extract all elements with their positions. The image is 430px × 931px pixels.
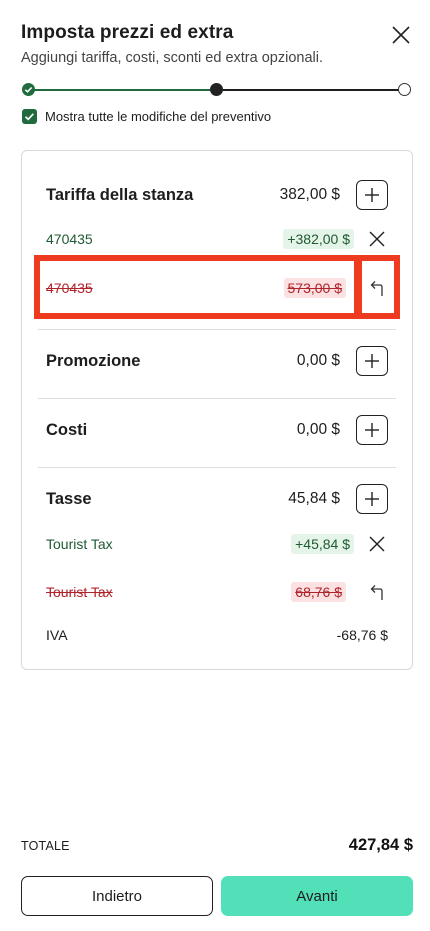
costs-amount: 0,00 $ <box>296 421 340 438</box>
close-icon <box>392 26 410 44</box>
room-rate-added-label: 470435 <box>46 231 93 247</box>
tax-removed-row: Tourist Tax 68,76 $ <box>46 580 388 604</box>
room-rate-removed-label: 470435 <box>46 280 93 296</box>
step-3-pending <box>398 83 411 96</box>
price-breakdown-card: Tariffa della stanza 382,00 $ 470435 +38… <box>21 150 413 670</box>
taxes-amount: 45,84 $ <box>288 490 340 507</box>
tax-added-amount: +45,84 $ <box>291 534 354 554</box>
add-cost-button[interactable] <box>356 415 388 445</box>
total-row: TOTALE 427,84 $ <box>21 836 413 855</box>
undo-arrow-icon <box>370 281 383 296</box>
undo-arrow-icon <box>370 585 383 600</box>
remove-tax-button[interactable] <box>366 533 388 555</box>
back-button[interactable]: Indietro <box>21 876 213 916</box>
show-changes-checkbox[interactable] <box>22 109 37 124</box>
remove-room-rate-button[interactable] <box>366 228 388 250</box>
tax-added-label: Tourist Tax <box>46 536 113 552</box>
x-icon <box>369 231 385 247</box>
show-changes-checkbox-row[interactable]: Mostra tutte le modifiche del preventivo <box>22 109 271 124</box>
plus-icon <box>365 188 379 202</box>
taxes-header: Tasse 45,84 $ <box>46 483 388 515</box>
promotion-title: Promozione <box>46 351 141 370</box>
check-icon <box>24 86 33 93</box>
room-rate-removed-amount: 573,00 $ <box>283 278 346 298</box>
step-1-completed <box>22 83 35 96</box>
costs-title: Costi <box>46 420 88 439</box>
page-title: Imposta prezzi ed extra <box>21 22 234 43</box>
promotion-header: Promozione 0,00 $ <box>46 345 388 377</box>
add-tax-button[interactable] <box>356 484 388 514</box>
room-rate-title: Tariffa della stanza <box>46 185 194 204</box>
check-icon <box>24 113 34 121</box>
plus-icon <box>365 423 379 437</box>
dialog-header: Imposta prezzi ed extra Aggiungi tariffa… <box>21 22 414 66</box>
restore-room-rate-button[interactable] <box>366 277 388 299</box>
step-2-current <box>210 83 223 96</box>
add-promotion-button[interactable] <box>356 346 388 376</box>
tax-removed-label: Tourist Tax <box>46 584 113 600</box>
divider <box>38 329 396 330</box>
page-subtitle: Aggiungi tariffa, costi, sconti ed extra… <box>21 50 323 66</box>
tax-added-row: Tourist Tax +45,84 $ <box>46 532 388 556</box>
x-icon <box>369 536 385 552</box>
total-label: TOTALE <box>21 838 70 853</box>
stepper-line-pending <box>222 88 402 91</box>
add-room-rate-button[interactable] <box>356 180 388 210</box>
costs-header: Costi 0,00 $ <box>46 414 388 446</box>
promotion-amount: 0,00 $ <box>296 352 340 369</box>
room-rate-header: Tariffa della stanza 382,00 $ <box>46 179 388 211</box>
room-rate-added-amount: +382,00 $ <box>283 229 354 249</box>
plus-icon <box>365 492 379 506</box>
vat-amount: -68,76 $ <box>336 627 388 643</box>
vat-row: IVA -68,76 $ <box>46 623 388 647</box>
next-button[interactable]: Avanti <box>221 876 413 916</box>
room-rate-amount: 382,00 $ <box>279 186 340 203</box>
divider <box>38 467 396 468</box>
progress-stepper <box>22 82 413 96</box>
tax-removed-amount: 68,76 $ <box>291 582 346 602</box>
close-button[interactable] <box>388 22 414 48</box>
room-rate-added-row: 470435 +382,00 $ <box>46 227 388 251</box>
room-rate-removed-row: 470435 573,00 $ <box>46 276 388 300</box>
taxes-title: Tasse <box>46 489 92 508</box>
total-value: 427,84 $ <box>348 836 413 854</box>
vat-label: IVA <box>46 627 68 643</box>
restore-tax-button[interactable] <box>366 581 388 603</box>
divider <box>38 398 396 399</box>
plus-icon <box>365 354 379 368</box>
stepper-line-completed <box>32 88 216 91</box>
show-changes-label: Mostra tutte le modifiche del preventivo <box>45 109 272 124</box>
